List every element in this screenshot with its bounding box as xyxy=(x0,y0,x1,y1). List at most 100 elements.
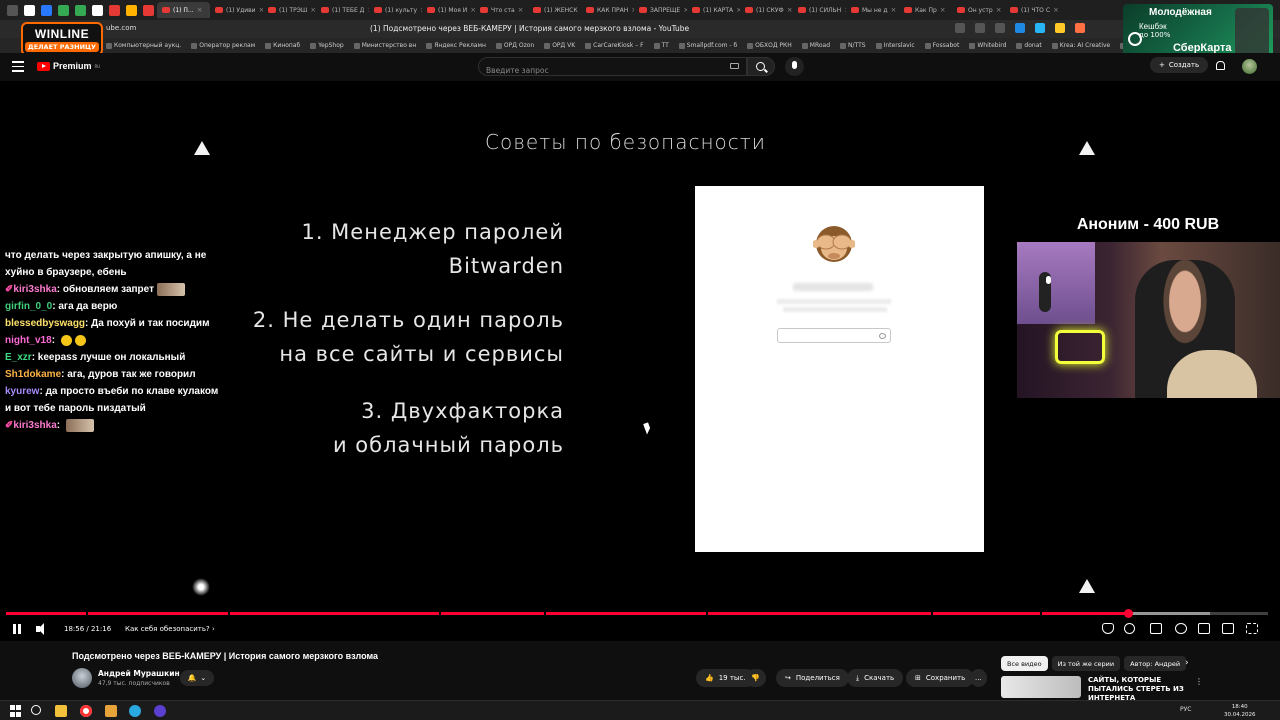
extension-icon[interactable] xyxy=(1015,23,1025,33)
more-actions-button[interactable]: ... xyxy=(970,669,987,687)
search-input[interactable] xyxy=(479,62,746,79)
bookmark-item[interactable]: YepShop xyxy=(310,42,344,49)
notifications-bell-icon[interactable] xyxy=(1216,61,1225,70)
pinned-tab-icon[interactable] xyxy=(92,4,103,16)
menu-icon[interactable] xyxy=(12,61,24,75)
browser-tab[interactable]: (1) П... × xyxy=(157,2,210,18)
keyboard-icon[interactable] xyxy=(730,63,739,69)
filter-chip[interactable]: Из той же серии xyxy=(1051,656,1121,671)
chapter-title[interactable]: Как себя обезопасить? › xyxy=(125,625,215,633)
autoplay-toggle-icon[interactable] xyxy=(1124,623,1135,634)
bookmark-item[interactable]: ОРД Ozon xyxy=(495,42,534,49)
save-button[interactable]: ⊞ Сохранить xyxy=(906,669,975,687)
yandex-browser-icon[interactable] xyxy=(80,705,92,717)
browser-tab[interactable]: (1) ЧТО С × xyxy=(1005,2,1058,18)
app-icon[interactable] xyxy=(129,705,141,717)
voice-search-icon[interactable] xyxy=(785,57,804,76)
windows-start-icon[interactable] xyxy=(10,705,22,717)
file-explorer-icon[interactable] xyxy=(55,705,67,717)
settings-gear-icon[interactable] xyxy=(1175,623,1187,634)
close-tab-icon[interactable]: × xyxy=(996,6,1002,14)
subscription-bell-button[interactable]: 🔔 ⌄ xyxy=(180,670,214,686)
bookmark-item[interactable]: Компьютерный аукц. xyxy=(106,42,181,49)
browser-tab[interactable]: КАК ПРАН× xyxy=(581,2,634,18)
filter-chip[interactable]: Все видео xyxy=(1001,656,1048,671)
cast-icon[interactable] xyxy=(1222,623,1234,634)
bookmark-item[interactable]: Яндекс Рекламн xyxy=(426,42,486,49)
app-icon[interactable] xyxy=(105,705,117,717)
channel-name[interactable]: Андрей Мурашкин xyxy=(98,669,180,678)
close-tab-icon[interactable]: × xyxy=(197,6,203,14)
browser-tab[interactable]: (1) СИЛЬН× xyxy=(793,2,846,18)
close-tab-icon[interactable]: × xyxy=(1053,6,1058,14)
bookmark-icon[interactable] xyxy=(975,23,985,33)
youtube-logo[interactable]: Premium RU xyxy=(37,61,100,71)
bookmark-item[interactable]: CarCareKiosk – F xyxy=(585,42,644,49)
search-box[interactable] xyxy=(478,57,747,79)
extension-icon[interactable] xyxy=(1075,23,1085,33)
extension-icon[interactable] xyxy=(1035,23,1045,33)
browser-tab[interactable]: (1) ЖЕНСК× xyxy=(528,2,581,18)
dislike-button[interactable]: 👎 xyxy=(745,669,766,687)
bookmark-item[interactable]: donat xyxy=(1016,42,1042,49)
browser-tab[interactable]: ЗАПРЕЩЕ × xyxy=(634,2,687,18)
bookmark-item[interactable]: Krea: AI Creative xyxy=(1051,42,1110,49)
progress-bar[interactable] xyxy=(6,609,1268,618)
close-tab-icon[interactable]: × xyxy=(787,6,793,14)
more-icon[interactable] xyxy=(955,23,965,33)
share-button[interactable]: ↪ Поделиться xyxy=(776,669,849,687)
browser-tab[interactable]: (1) ТЕБЕ Д× xyxy=(316,2,369,18)
url-text[interactable]: ube.com xyxy=(106,24,136,32)
bookmark-item[interactable]: Smallpdf.com - б xyxy=(678,42,737,49)
obs-icon[interactable] xyxy=(154,705,166,717)
recommended-video-title[interactable]: САЙТЫ, КОТОРЫЕ ПЫТАЛИСЬ СТЕРЕТЬ ИЗ ИНТЕР… xyxy=(1088,676,1198,703)
video-player[interactable]: Советы по безопасности 1. Менеджер парол… xyxy=(0,81,1280,641)
system-clock[interactable]: 18:40 30.04.2026 xyxy=(1224,703,1256,719)
browser-tab[interactable]: (1) Моя И × xyxy=(422,2,475,18)
channel-avatar[interactable] xyxy=(72,668,92,688)
pinned-tab-icon[interactable] xyxy=(126,4,137,16)
pinned-tab-icon[interactable] xyxy=(41,4,52,16)
browser-tab[interactable]: (1) ТРЭШ × xyxy=(263,2,316,18)
account-avatar[interactable] xyxy=(1242,59,1257,74)
filter-chip[interactable]: Автор: Андрей xyxy=(1124,656,1187,671)
bookmark-item[interactable]: Министерство вн xyxy=(353,42,416,49)
bookmark-item[interactable]: TT xyxy=(653,42,669,49)
bookmark-item[interactable]: ОБХОД РКН xyxy=(747,42,792,49)
kebab-menu-icon[interactable]: ⋮ xyxy=(1195,677,1203,686)
close-tab-icon[interactable]: × xyxy=(940,6,946,14)
bookmark-item[interactable]: N/TTS xyxy=(840,42,866,49)
bookmark-item[interactable]: Кинопаб xyxy=(265,42,300,49)
bookmark-item[interactable]: Interslavic xyxy=(875,42,915,49)
search-button[interactable] xyxy=(747,57,775,76)
language-indicator[interactable]: РУС xyxy=(1180,706,1191,713)
address-bar[interactable]: ube.com (1) Подсмотрено через ВЕБ-КАМЕРУ… xyxy=(0,20,1280,38)
download-icon[interactable] xyxy=(995,23,1005,33)
pinned-tab-icon[interactable] xyxy=(75,4,86,16)
search-icon[interactable] xyxy=(31,705,41,715)
fullscreen-icon[interactable] xyxy=(1246,623,1258,634)
browser-tab[interactable]: (1) КАРТА × xyxy=(687,2,740,18)
bookmark-item[interactable]: Fossabot xyxy=(924,42,959,49)
progress-scrubber[interactable] xyxy=(1123,609,1133,618)
browser-tab[interactable]: Что ста × xyxy=(475,2,528,18)
bookmark-item[interactable]: Оператор реклам xyxy=(191,42,255,49)
miniplayer-icon[interactable] xyxy=(1198,623,1210,634)
extension-icon[interactable] xyxy=(1055,23,1065,33)
chevron-right-icon[interactable]: › xyxy=(1185,658,1189,668)
close-tab-icon[interactable]: × xyxy=(518,6,524,14)
browser-tab[interactable]: (1) Удиви × xyxy=(210,2,263,18)
download-button[interactable]: ⤓ Скачать xyxy=(847,669,904,687)
browser-tab[interactable]: (1) культу× xyxy=(369,2,422,18)
close-tab-icon[interactable]: × xyxy=(891,6,897,14)
browser-menu-icon[interactable] xyxy=(7,4,18,16)
pinned-tab-icon[interactable] xyxy=(109,4,120,16)
bookmark-item[interactable]: Whitebird xyxy=(969,42,1006,49)
create-button[interactable]: + Создать xyxy=(1150,57,1209,73)
sponsorblock-icon[interactable] xyxy=(1102,623,1114,634)
browser-tab[interactable]: Как Пр × xyxy=(899,2,952,18)
pinned-tab-icon[interactable] xyxy=(143,4,154,16)
browser-tab[interactable]: (1) СКУФ × xyxy=(740,2,793,18)
pinned-tab-icon[interactable] xyxy=(24,4,35,16)
subtitles-icon[interactable] xyxy=(1150,623,1162,634)
